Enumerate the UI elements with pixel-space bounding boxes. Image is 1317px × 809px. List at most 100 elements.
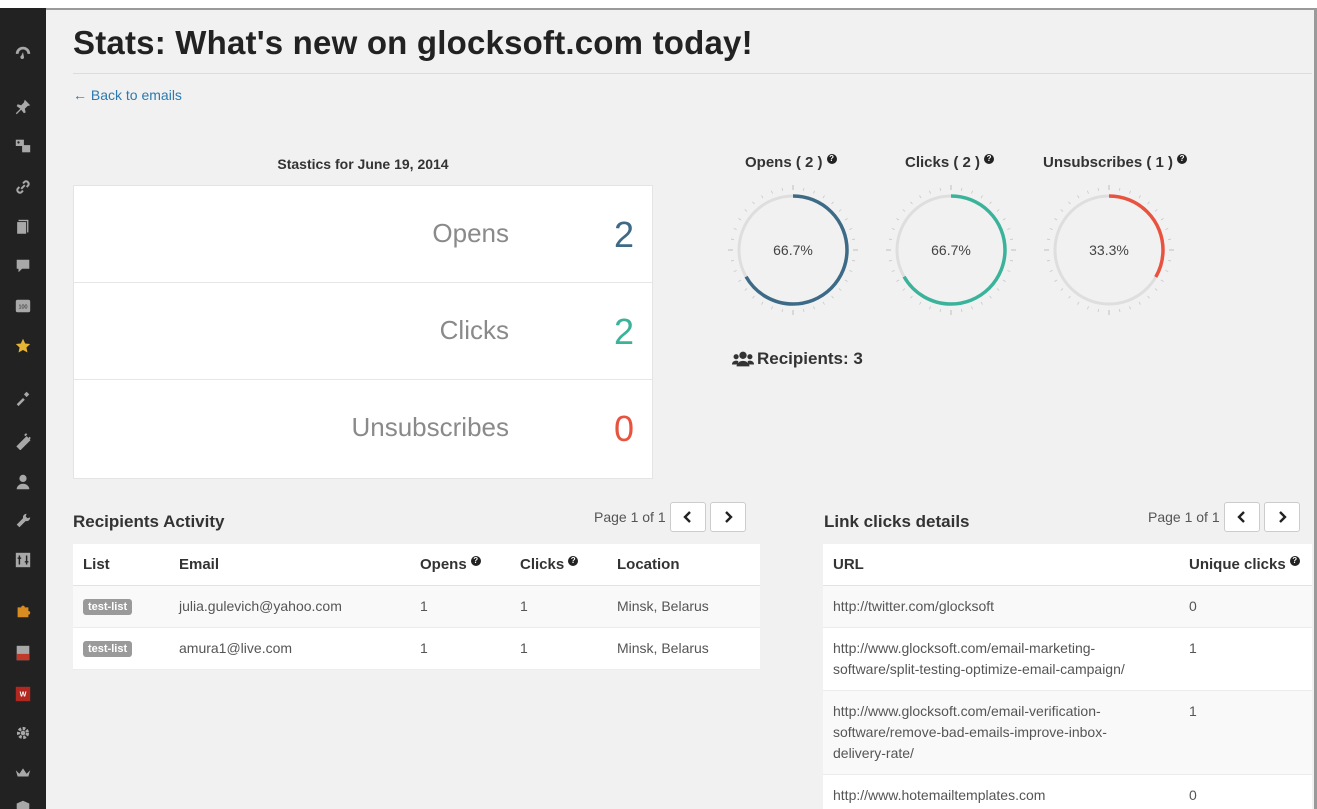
url-line: http://www.glocksoft.com/email-verificat… bbox=[833, 702, 1101, 719]
gauge-tick bbox=[761, 301, 764, 305]
gauge-tick bbox=[852, 238, 856, 240]
prev-page-button[interactable] bbox=[1223, 502, 1260, 532]
link-icon[interactable] bbox=[0, 174, 46, 200]
gauge-tick bbox=[939, 187, 941, 191]
url-line: software/split-testing-optimize-email-ca… bbox=[833, 660, 1125, 677]
gauge-tick bbox=[888, 260, 892, 262]
list-badge[interactable]: test-list bbox=[83, 599, 133, 615]
question-icon[interactable]: ? bbox=[984, 154, 995, 164]
gauge-tick bbox=[849, 270, 853, 272]
gauge-tick bbox=[781, 309, 783, 313]
crown-icon[interactable] bbox=[0, 759, 46, 785]
prev-page-button[interactable] bbox=[669, 502, 706, 532]
gauge-tick bbox=[752, 295, 755, 299]
stat-value: 2 bbox=[613, 214, 635, 255]
list-cell: test-list bbox=[73, 627, 169, 670]
gauge-tick bbox=[971, 306, 973, 310]
forms-icon[interactable] bbox=[0, 640, 46, 666]
media-icon[interactable] bbox=[0, 133, 46, 159]
gear-icon[interactable] bbox=[0, 720, 46, 746]
users-group-icon bbox=[732, 351, 754, 367]
email-cell: julia.gulevich@yahoo.com bbox=[169, 585, 410, 628]
url-cell[interactable]: http://www.hotemailtemplates.com bbox=[823, 774, 1179, 809]
gauge-tick bbox=[1119, 187, 1121, 191]
gauge-percent: 33.3% bbox=[1089, 242, 1129, 258]
stat-row-clicks: Clicks 2 bbox=[74, 283, 652, 380]
gauge-tick bbox=[891, 270, 895, 272]
shield-icon[interactable] bbox=[0, 795, 46, 809]
gauge-title-unsubscribes: Unsubscribes ( 1 )? bbox=[1043, 154, 1188, 171]
question-icon[interactable]: ? bbox=[568, 555, 579, 566]
activity-pager: Page 1 of 1 bbox=[594, 502, 746, 532]
stats-date-heading: Stastics for June 19, 2014 bbox=[277, 156, 449, 172]
gauge-tick bbox=[989, 201, 992, 205]
tools-icon[interactable] bbox=[0, 508, 46, 534]
users-icon[interactable] bbox=[0, 469, 46, 495]
question-icon[interactable]: ? bbox=[826, 154, 837, 164]
plugin-puzzle-icon[interactable] bbox=[0, 598, 46, 624]
dashboard-icon[interactable] bbox=[0, 40, 46, 66]
location-cell: Minsk, Belarus bbox=[607, 627, 760, 670]
gauge-tick bbox=[1049, 270, 1053, 272]
gauge-tick bbox=[1129, 306, 1131, 310]
question-icon[interactable]: ? bbox=[1177, 154, 1188, 164]
next-page-button[interactable] bbox=[709, 502, 746, 532]
gauge-tick bbox=[929, 190, 931, 194]
gauge-tick bbox=[730, 260, 734, 262]
gauge-tick bbox=[733, 270, 737, 272]
gauge-tick bbox=[1147, 295, 1150, 299]
gauge-tick bbox=[1010, 238, 1014, 240]
pin-icon[interactable] bbox=[0, 94, 46, 120]
url-line: http://twitter.com/glocksoft bbox=[833, 597, 995, 614]
plugins-icon[interactable] bbox=[0, 428, 46, 454]
clicks-cell: 1 bbox=[510, 627, 607, 670]
gauge-tick bbox=[1007, 228, 1011, 230]
url-line: http://www.glocksoft.com/email-marketing… bbox=[833, 639, 1096, 656]
comments-icon[interactable] bbox=[0, 253, 46, 279]
newsletter-icon[interactable]: 100 bbox=[0, 293, 46, 319]
gauge-tick bbox=[929, 306, 931, 310]
table-header-row: List Email Opens? Clicks? Location bbox=[73, 544, 760, 586]
gauge-tick bbox=[1129, 190, 1131, 194]
table-row: http://www.glocksoft.com/email-verificat… bbox=[823, 690, 1312, 775]
link-clicks-table: URL Unique clicks? http://twitter.com/gl… bbox=[823, 544, 1312, 809]
gauge-tick bbox=[971, 190, 973, 194]
url-cell[interactable]: http://twitter.com/glocksoft bbox=[823, 585, 1179, 628]
gauge-tick bbox=[849, 228, 853, 230]
gauge-tick bbox=[744, 209, 748, 212]
appearance-icon[interactable] bbox=[0, 385, 46, 411]
gauge-tick bbox=[838, 288, 842, 291]
gauge-tick bbox=[1138, 195, 1141, 199]
back-to-emails-link[interactable]: ← Back to emails bbox=[73, 87, 182, 103]
gauge-tick bbox=[1165, 228, 1169, 230]
question-icon[interactable]: ? bbox=[470, 555, 481, 566]
gauge-tick bbox=[1054, 218, 1058, 221]
admin-sidebar: 100 W bbox=[0, 8, 46, 809]
settings-icon[interactable] bbox=[0, 547, 46, 573]
pages-icon[interactable] bbox=[0, 214, 46, 240]
url-cell[interactable]: http://www.glocksoft.com/email-verificat… bbox=[823, 690, 1179, 775]
list-badge[interactable]: test-list bbox=[83, 641, 133, 657]
star-icon[interactable] bbox=[0, 333, 46, 359]
gauge-unsubscribes: 33.3% bbox=[1043, 184, 1175, 316]
gauge-tick bbox=[1002, 279, 1006, 282]
question-icon[interactable]: ? bbox=[1289, 555, 1300, 566]
chevron-right-icon bbox=[724, 511, 733, 523]
opens-cell: 1 bbox=[410, 627, 510, 670]
col-unique-clicks[interactable]: Unique clicks? bbox=[1179, 544, 1312, 586]
gauge-tick bbox=[1046, 238, 1050, 240]
col-opens[interactable]: Opens? bbox=[410, 544, 510, 586]
col-clicks-label: Clicks bbox=[520, 555, 565, 573]
url-line: delivery-rate/ bbox=[833, 744, 914, 761]
url-cell[interactable]: http://www.glocksoft.com/email-marketing… bbox=[823, 627, 1179, 691]
gauge-tick bbox=[1007, 270, 1011, 272]
next-page-button[interactable] bbox=[1263, 502, 1300, 532]
gauge-tick bbox=[996, 209, 1000, 212]
stat-value: 0 bbox=[613, 408, 635, 449]
col-clicks[interactable]: Clicks? bbox=[510, 544, 607, 586]
gauge-tick bbox=[1138, 301, 1141, 305]
table-row: http://twitter.com/glocksoft 0 bbox=[823, 585, 1312, 628]
gauge-clicks: 66.7% bbox=[885, 184, 1017, 316]
wp-plugin-icon[interactable]: W bbox=[0, 681, 46, 707]
stat-label: Unsubscribes bbox=[351, 412, 509, 442]
